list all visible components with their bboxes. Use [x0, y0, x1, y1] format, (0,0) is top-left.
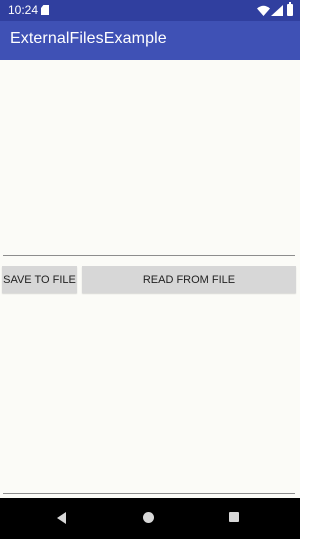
navigation-bar: [0, 498, 300, 539]
save-to-file-button[interactable]: SAVE TO FILE: [2, 266, 77, 293]
status-time: 10:24: [8, 3, 39, 17]
battery-icon: [287, 2, 293, 16]
app-title: ExternalFilesExample: [10, 30, 167, 47]
app-screen: 10:24 ExternalFilesExample SAVE TO FILE …: [0, 0, 300, 539]
status-bar: 10:24: [0, 0, 300, 21]
text-area-top-divider: [3, 255, 295, 256]
wifi-icon: [257, 5, 270, 16]
sd-card-icon: [41, 5, 49, 15]
read-from-file-button[interactable]: READ FROM FILE: [82, 266, 296, 293]
main-content: SAVE TO FILE READ FROM FILE: [0, 60, 300, 498]
text-area-bottom-divider: [3, 493, 295, 494]
home-icon[interactable]: [143, 512, 154, 523]
signal-icon: [271, 5, 283, 16]
app-bar: ExternalFilesExample: [0, 21, 300, 60]
recents-icon[interactable]: [229, 512, 239, 522]
back-icon[interactable]: [57, 512, 66, 524]
